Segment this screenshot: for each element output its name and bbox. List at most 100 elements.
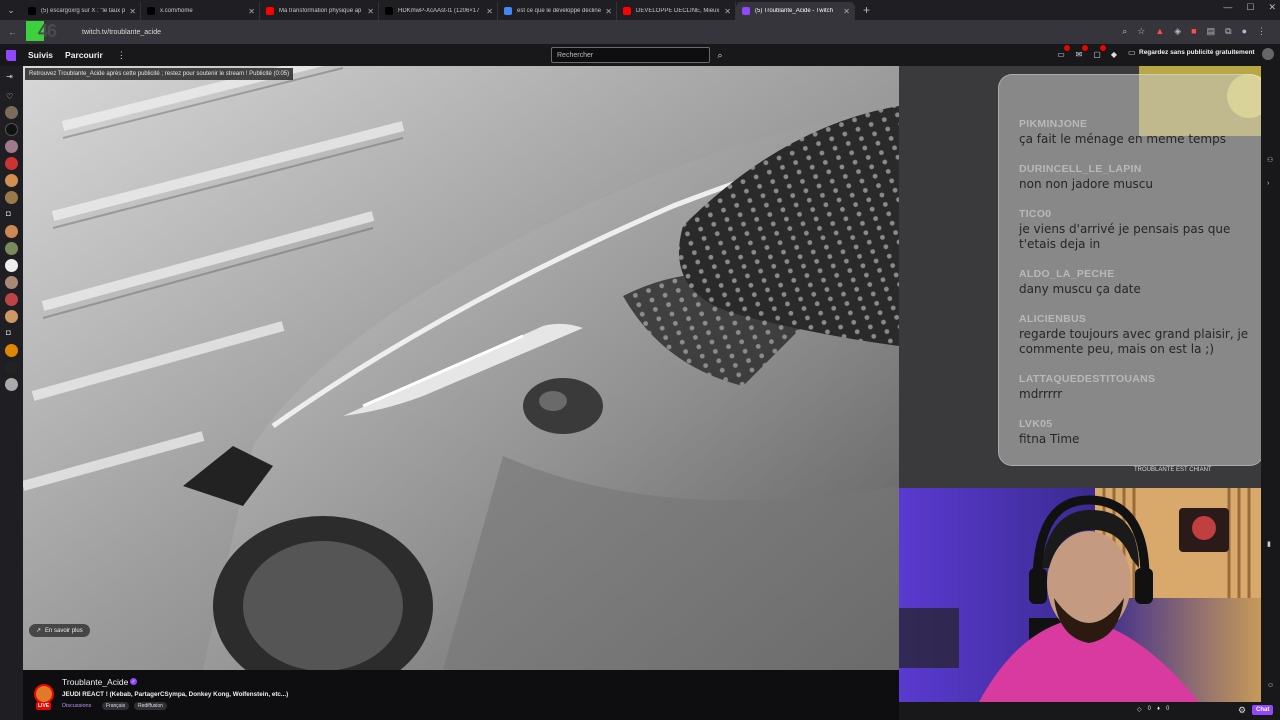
minimize-icon[interactable]: — [1223,2,1232,13]
bookmark-star-icon[interactable]: ☆ [1137,26,1145,37]
chat-username[interactable]: PIKMINJONE [1019,118,1259,130]
collapse-sidebar-icon[interactable]: ⇥ [6,72,13,81]
channel-avatar[interactable] [5,123,18,136]
camera-icon: ◘ [6,328,11,337]
channel-avatar[interactable] [5,310,18,323]
followed-channels-sidebar: ⇥ ♡ ◘ ◘ [0,66,23,720]
tab-title: (5) escargoxrg sur X : "le taux pl [41,8,126,14]
chat-message: LATTAQUEDESTITOUANS mdrrrrr [1019,373,1259,402]
close-tab-icon[interactable]: ✕ [724,7,731,16]
chat-text: mdrrrrr [1019,387,1063,401]
extension-icon[interactable]: ▤ [1207,26,1216,37]
chat-username[interactable]: TICO0 [1019,208,1259,220]
browser-menu-icon[interactable]: ⋮ [1257,26,1266,37]
close-tab-icon[interactable]: ✕ [843,7,850,16]
channel-avatar[interactable] [5,276,18,289]
points-value: 0 [1147,706,1151,712]
bits-icon[interactable]: ◆ [1108,48,1120,60]
extension-icon[interactable]: ■ [1191,26,1196,37]
channel-avatar[interactable] [5,378,18,391]
search-input[interactable]: Rechercher [551,47,710,63]
browser-tab[interactable]: x.com/home ✕ [141,2,260,20]
url-field[interactable]: twitch.tv/troublante_acide [82,29,161,36]
x-icon [385,7,393,15]
chat-username[interactable]: ALICIENBUS [1019,313,1259,325]
channel-avatar[interactable] [5,293,18,306]
inbox-icon[interactable]: ✉ [1073,45,1088,60]
profile-icon[interactable]: ● [1242,26,1247,37]
close-tab-icon[interactable]: ✕ [486,7,493,16]
close-window-icon[interactable]: ✕ [1268,2,1276,13]
learn-more-button[interactable]: ↗ En savoir plus [29,624,90,637]
close-tab-icon[interactable]: ✕ [605,7,612,16]
close-tab-icon[interactable]: ✕ [367,7,374,16]
stream-tag[interactable]: Rediffusion [134,702,167,710]
chat-message: PIKMINJONE ça fait le ménage en meme temp… [1019,118,1259,147]
browser-tab[interactable]: HDKmwP-XcAAst-l1 (1206×17 ✕ [379,2,498,20]
channel-avatar[interactable] [5,259,18,272]
browser-tab[interactable]: est ce que le développé décline ✕ [498,2,617,20]
more-options-icon[interactable]: ⋮ [117,50,126,61]
ad-free-link[interactable]: Regardez sans publicité gratuitement [1139,49,1255,56]
chat-username[interactable]: DURINCELL_LE_LAPIN [1019,163,1259,175]
chat-send-button[interactable]: Chat [1252,705,1274,715]
new-tab-button[interactable]: + [863,3,870,17]
chat-message: ALDO_LA_PECHEdany muscu ça date [1019,268,1259,297]
webcam-feed [899,488,1261,702]
chat-username[interactable]: LVK05 [1019,418,1259,430]
chat-text: fitna Time [1019,432,1080,446]
points-icon[interactable]: ◇ [1137,706,1142,713]
channel-avatar[interactable] [5,225,18,238]
channel-avatar[interactable] [5,174,18,187]
channel-avatar[interactable] [5,140,18,153]
extension-icon[interactable]: ◈ [1174,26,1181,37]
zoom-icon[interactable]: ⌕ [1122,26,1127,37]
prime-loot-icon[interactable]: ▭ [1055,45,1070,60]
video-player[interactable]: Retrouvez Troublante_Acide après cette p… [23,66,899,670]
chat-text: dany muscu ça date [1019,282,1141,296]
maximize-icon[interactable]: ☐ [1246,2,1254,13]
tab-title: DÉVELOPPÉ DÉCLINÉ, Mieux qu [636,8,721,14]
browser-tab[interactable]: Ma transformation physique ap ✕ [260,2,379,20]
stream-title: JEUDI REACT ! (Kebab, PartagerCSympa, Do… [62,691,289,698]
channel-avatar[interactable] [5,242,18,255]
extension-icon[interactable]: ▲ [1155,26,1164,37]
extensions-puzzle-icon[interactable]: ⧉ [1225,26,1231,37]
channel-avatar[interactable] [5,157,18,170]
nav-browse[interactable]: Parcourir [65,50,103,60]
user-avatar[interactable] [1262,48,1274,60]
chat-username[interactable]: LATTAQUEDESTITOUANS [1019,373,1259,385]
close-tab-icon[interactable]: ✕ [248,7,255,16]
channel-avatar[interactable] [5,344,18,357]
channel-avatar[interactable] [34,684,54,704]
tab-title: est ce que le développé décline [517,8,602,14]
whispers-icon[interactable]: ▢ [1091,45,1106,60]
channel-avatar[interactable] [5,106,18,119]
twitch-logo-icon[interactable] [6,49,16,61]
nav-following[interactable]: Suivis [28,50,53,60]
tab-title: x.com/home [160,8,193,14]
emote-icon[interactable]: ☺ [1267,682,1274,689]
back-icon[interactable]: ← [8,27,22,37]
browser-tab[interactable]: (5) escargoxrg sur X : "le taux pl ✕ [22,2,141,20]
close-tab-icon[interactable]: ✕ [129,7,136,16]
chevron-right-icon[interactable]: › [1267,180,1269,187]
tabs-container: (5) escargoxrg sur X : "le taux pl ✕ x.com… [22,0,855,20]
chat-message: ALICIENBUS regarde toujours avec grand pl… [1019,313,1259,357]
channel-avatar[interactable] [5,191,18,204]
stream-tag[interactable]: Français [102,702,130,710]
users-icon[interactable]: ⚇ [1267,156,1273,164]
chat-settings-gear-icon[interactable]: ⚙ [1238,705,1246,716]
address-bar: ← twitch.tv/troublante_acide ⌕ ☆ ▲ ◈ ■ ▤… [0,20,1280,44]
channel-avatar[interactable] [5,361,18,374]
stream-category[interactable]: Discussions [62,703,91,709]
bits-value: 0 [1166,706,1170,712]
search-icon[interactable]: ⌕ [712,47,728,63]
browser-tab[interactable]: (5) Troublante_Acide - Twitch ✕ [736,2,855,20]
channel-name[interactable]: Troublante_Acide [62,677,128,687]
tab-search-icon[interactable]: ⌄ [0,0,22,20]
youtube-icon [266,7,274,15]
chat-username[interactable]: ALDO_LA_PECHE [1019,268,1259,280]
browser-tab[interactable]: DÉVELOPPÉ DÉCLINÉ, Mieux qu ✕ [617,2,736,20]
bits-drop-icon[interactable]: ♦ [1157,706,1160,713]
